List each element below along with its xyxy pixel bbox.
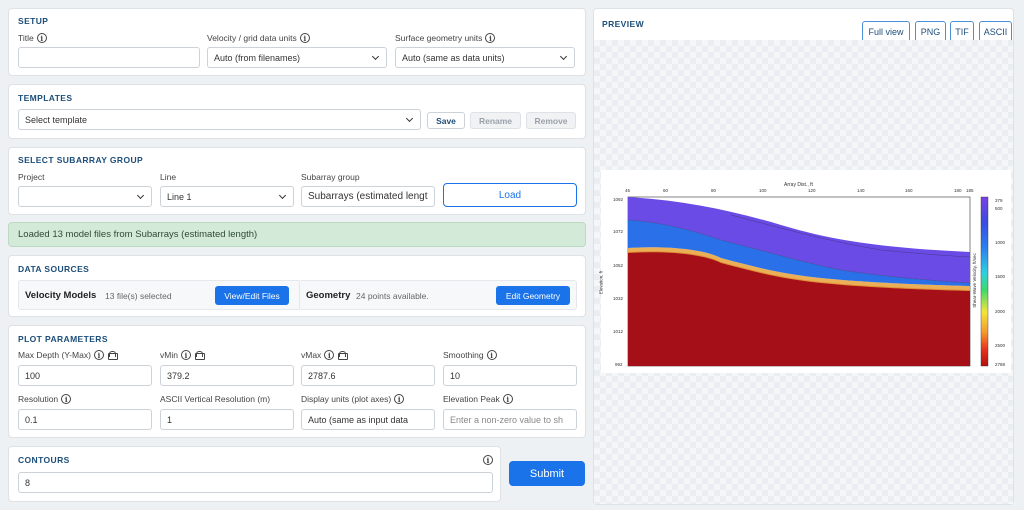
vmin-label: vMin i: [160, 350, 205, 360]
geometry-panel: Geometry 24 points available. Edit Geome…: [299, 280, 577, 310]
remove-template-button[interactable]: Remove: [526, 112, 576, 129]
png-button[interactable]: PNG: [915, 21, 946, 42]
vmax-input[interactable]: 2787.6: [301, 365, 435, 386]
rename-template-button[interactable]: Rename: [470, 112, 521, 129]
ascii-resolution-input[interactable]: 1: [160, 409, 294, 430]
velocity-section-image: [627, 196, 989, 367]
contours-input[interactable]: 8: [18, 472, 493, 493]
templates-title: TEMPLATES: [18, 93, 73, 103]
info-icon[interactable]: i: [180, 350, 191, 360]
templates-card: TEMPLATES Select template Save Rename Re…: [8, 84, 586, 139]
display-units-select[interactable]: Auto (same as input data: [301, 409, 435, 430]
info-icon[interactable]: i: [502, 394, 513, 404]
smoothing-label: Smoothing i: [443, 350, 497, 360]
velocity-profile-plot: Array Dist., ft 45 60 80 100 120 140 160…: [598, 170, 1011, 373]
colorbar-tick-label: 500: [995, 206, 1003, 211]
info-icon[interactable]: i: [61, 394, 72, 404]
surface-units-select[interactable]: Auto (same as data units): [395, 47, 575, 68]
contours-title: CONTOURS: [18, 455, 70, 465]
velocity-units-select[interactable]: Auto (from filenames): [207, 47, 387, 68]
subarray-group-select[interactable]: Subarrays (estimated lengt: [301, 186, 435, 207]
colorbar-tick-label: 2000: [995, 309, 1006, 314]
lock-icon[interactable]: [338, 350, 349, 360]
status-banner: Loaded 13 model files from Subarrays (es…: [8, 222, 586, 247]
colorbar-title: Shear-Wave Velocity, ft/sec: [971, 253, 977, 308]
elevation-peak-input[interactable]: Enter a non-zero value to sh: [443, 409, 577, 430]
colorbar-tick-label: 1000: [995, 240, 1006, 245]
data-sources-title: DATA SOURCES: [18, 264, 90, 274]
ascii-button[interactable]: ASCII: [979, 21, 1012, 42]
info-icon[interactable]: i: [394, 394, 405, 404]
vmax-label: vMax i: [301, 350, 349, 360]
plot-parameters-card: PLOT PARAMETERS Max Depth (Y-Max) i 100 v…: [8, 325, 586, 438]
surface-units-label: Surface geometry units i: [395, 33, 496, 43]
title-label: Title i: [18, 33, 47, 43]
full-view-button[interactable]: Full view: [862, 21, 910, 42]
edit-geometry-button[interactable]: Edit Geometry: [496, 286, 570, 305]
geometry-title: Geometry: [306, 290, 351, 301]
project-label: Project: [18, 172, 45, 182]
velocity-models-panel: Velocity Models 13 file(s) selected View…: [18, 280, 301, 310]
velocity-models-info: 13 file(s) selected: [105, 291, 172, 301]
line-label: Line: [160, 172, 177, 182]
line-select[interactable]: Line 1: [160, 186, 294, 207]
info-icon[interactable]: i: [485, 33, 496, 43]
view-edit-files-button[interactable]: View/Edit Files: [215, 286, 289, 305]
info-icon[interactable]: i: [299, 33, 310, 43]
display-units-label: Display units (plot axes) i: [301, 394, 405, 404]
load-button[interactable]: Load: [443, 183, 577, 207]
max-depth-label: Max Depth (Y-Max) i: [18, 350, 118, 360]
plot-parameters-title: PLOT PARAMETERS: [18, 334, 108, 344]
data-sources-card: DATA SOURCES Velocity Models 13 file(s) …: [8, 255, 586, 317]
resolution-label: Resolution i: [18, 394, 72, 404]
resolution-input[interactable]: 0.1: [18, 409, 152, 430]
smoothing-input[interactable]: 10: [443, 365, 577, 386]
template-select[interactable]: Select template: [18, 109, 421, 130]
subarray-title: SELECT SUBARRAY GROUP: [18, 155, 144, 165]
colorbar-tick-label: 2500: [995, 343, 1006, 348]
setup-card: SETUP Title i Velocity / grid data units i…: [8, 8, 586, 76]
velocity-units-label: Velocity / grid data units i: [207, 33, 310, 43]
submit-button[interactable]: Submit: [509, 461, 585, 486]
colorbar: [980, 196, 989, 367]
info-icon[interactable]: i: [483, 455, 493, 465]
vmin-input[interactable]: 379.2: [160, 365, 294, 386]
velocity-models-title: Velocity Models: [25, 290, 97, 301]
contours-card: CONTOURS i 8: [8, 446, 501, 502]
info-icon[interactable]: i: [486, 350, 497, 360]
info-icon[interactable]: i: [93, 350, 104, 360]
preview-title: PREVIEW: [602, 19, 645, 29]
info-icon[interactable]: i: [36, 33, 47, 43]
info-icon[interactable]: i: [324, 350, 335, 360]
project-select[interactable]: [18, 186, 152, 207]
max-depth-input[interactable]: 100: [18, 365, 152, 386]
elevation-peak-label: Elevation Peak i: [443, 394, 513, 404]
tif-button[interactable]: TIF: [950, 21, 974, 42]
setup-title: SETUP: [18, 16, 49, 26]
colorbar-tick-label: 2788: [995, 362, 1006, 367]
title-input[interactable]: [18, 47, 200, 68]
lock-icon[interactable]: [194, 350, 205, 360]
subarray-group-label: Subarray group: [301, 172, 360, 182]
lock-icon[interactable]: [107, 350, 118, 360]
ascii-resolution-label: ASCII Vertical Resolution (m): [160, 394, 271, 404]
save-template-button[interactable]: Save: [427, 112, 465, 129]
colorbar-tick-label: 1500: [995, 274, 1006, 279]
subarray-card: SELECT SUBARRAY GROUP Project Line Line …: [8, 147, 586, 215]
colorbar-tick-label: 379: [995, 198, 1003, 203]
geometry-info: 24 points available.: [356, 291, 429, 301]
